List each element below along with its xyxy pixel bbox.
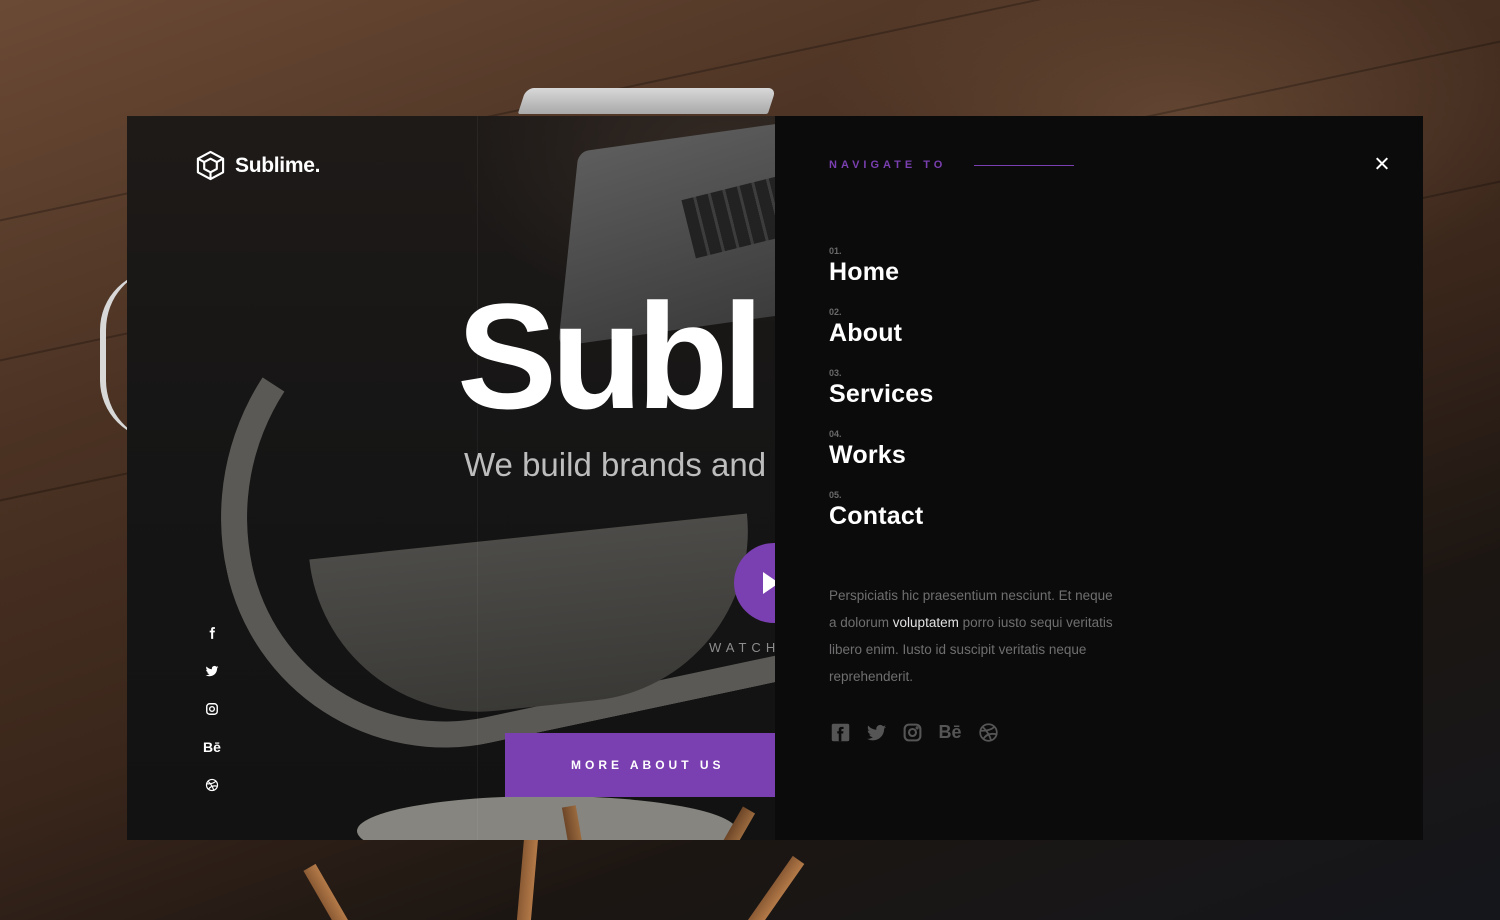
nav-description: Perspiciatis hic praesentium nesciunt. E… [829,582,1119,690]
hero-panel: Sublime. Subl We build brands and WATCH … [127,116,775,840]
nav-item-home[interactable]: 01. Home [829,246,933,307]
brand-logo[interactable]: Sublime. [195,150,320,181]
nav-item-number: 02. [829,307,842,317]
dribbble-icon[interactable] [977,721,999,743]
desc-highlight: voluptatem [892,615,959,630]
social-links-left: Bē [203,624,221,794]
nav-menu: 01. Home 02. About 03. Services 04. Work… [829,246,933,551]
nav-item-contact[interactable]: 05. Contact [829,490,933,551]
play-icon [763,572,775,594]
chair-leg [729,855,805,920]
nav-item-works[interactable]: 04. Works [829,429,933,490]
nav-item-label: Services [829,380,934,408]
hero-subtitle: We build brands and [464,446,767,483]
behance-glyph: Bē [938,721,962,742]
behance-icon[interactable]: Bē [937,721,963,743]
brand-name: Sublime. [235,153,321,177]
hero-title: Subl [457,272,764,440]
nav-item-number: 05. [829,490,842,500]
nav-item-label: Works [829,441,906,469]
twitter-icon[interactable] [865,721,887,743]
behance-icon[interactable]: Bē [203,738,221,756]
nav-item-number: 03. [829,368,842,378]
facebook-icon[interactable] [829,721,851,743]
cube-logo-icon [196,150,225,181]
nav-item-label: About [829,319,903,347]
dribbble-icon[interactable] [204,776,220,794]
nav-item-label: Home [829,258,900,286]
close-icon[interactable] [1373,155,1391,173]
laptop-lid [517,88,777,114]
nav-item-number: 04. [829,429,842,439]
chair-leg [515,829,539,920]
twitter-icon[interactable] [204,662,220,680]
behance-glyph: Bē [203,739,221,755]
instagram-icon[interactable] [204,700,220,718]
nav-heading-line [974,164,1075,166]
instagram-icon[interactable] [901,721,923,743]
navigation-overlay: NAVIGATE TO 01. Home 02. About 03. Servi… [775,116,1423,840]
chair-leg [303,863,371,920]
nav-item-label: Contact [829,502,924,530]
nav-item-number: 01. [829,246,842,256]
social-links-right: Bē [829,721,999,743]
watch-label: WATCH [709,640,775,655]
nav-item-services[interactable]: 03. Services [829,368,933,429]
nav-heading: NAVIGATE TO [829,159,1075,171]
facebook-icon[interactable] [204,624,220,642]
nav-item-about[interactable]: 02. About [829,307,933,368]
more-about-us-button[interactable]: MORE ABOUT US [505,733,775,797]
nav-heading-label: NAVIGATE TO [829,159,947,171]
